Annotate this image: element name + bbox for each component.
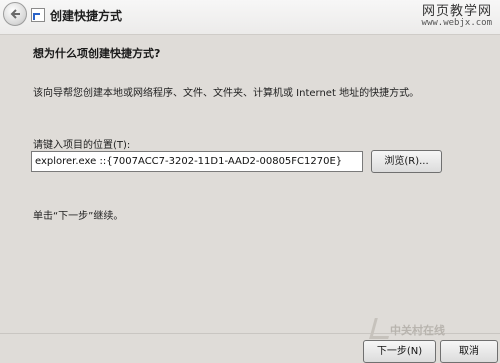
browse-button[interactable]: 浏览(R)... [371, 150, 442, 173]
watermark-bottom: 中关村在线 [390, 324, 445, 337]
watermark-site-name: 网页教学网 [421, 4, 492, 19]
shortcut-icon [31, 8, 45, 22]
watermark-site-url: www.webjx.com [421, 18, 492, 29]
window-title: 创建快捷方式 [50, 9, 123, 23]
page-description: 该向导帮您创建本地或网络程序、文件、文件夹、计算机或 Internet 地址的快… [33, 88, 420, 99]
back-arrow-icon [10, 9, 20, 19]
location-label: 请键入项目的位置(T): [33, 140, 131, 151]
watermark-top: 网页教学网 www.webjx.com [421, 4, 492, 29]
next-button[interactable]: 下一步(N) [363, 340, 436, 363]
back-button[interactable] [3, 2, 27, 26]
page-heading: 想为什么项创建快捷方式? [33, 47, 161, 60]
continue-hint: 单击“下一步”继续。 [33, 211, 124, 222]
title-bar: 创建快捷方式 网页教学网 www.webjx.com [0, 0, 500, 35]
cancel-button[interactable]: 取消 [440, 340, 498, 363]
location-input[interactable] [31, 151, 363, 172]
